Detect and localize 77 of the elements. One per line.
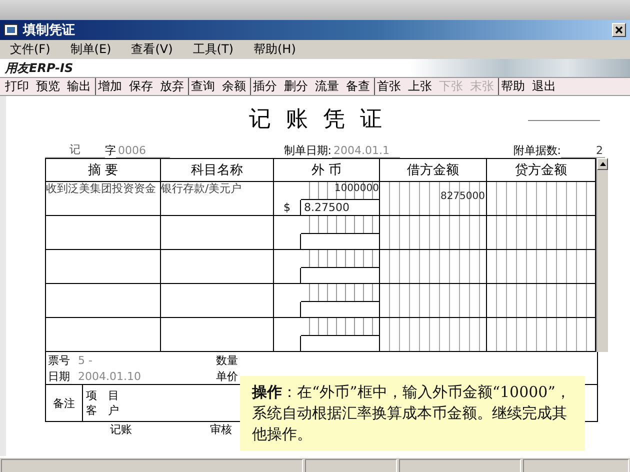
bookkeeper-label: 记账 [110,422,132,436]
price-label: 单价 [216,368,238,384]
note-label: 备注 [46,385,83,421]
credit-cell[interactable] [487,182,596,216]
summary-cell[interactable] [46,216,161,250]
summary-cell[interactable] [46,250,161,284]
date-field[interactable]: 2004.01.1 [332,144,400,158]
toolbar-button[interactable]: 保存 [129,78,153,95]
credit-cell[interactable] [487,250,596,284]
account-cell[interactable] [161,250,274,284]
up-arrow-icon[interactable] [600,162,606,166]
toolbar-button[interactable]: 预览 [36,78,60,95]
debit-cell[interactable] [380,318,487,352]
account-cell[interactable] [161,284,274,318]
credit-cell[interactable] [487,318,596,352]
date-label: 制单日期: [284,143,332,158]
toolbar-button[interactable]: 上张 [408,78,432,95]
toolbar-button[interactable]: 余额 [222,78,246,95]
window-title: 填制凭证 [23,22,76,39]
customer-label: 客 户 [86,403,119,418]
date-label: 日期 [48,368,70,384]
debit-cell[interactable] [380,250,487,284]
toolbar-button[interactable]: 查询 [191,78,215,95]
foreign-currency-cell[interactable] [274,216,380,250]
credit-cell[interactable] [487,216,596,250]
toolbar-button[interactable]: 流量 [315,78,339,95]
summary-cell[interactable]: 收到泛美集团投资资金 [46,182,161,216]
column-header: 科目名称 [161,158,274,182]
scrollbar[interactable] [596,158,608,352]
account-cell[interactable] [161,318,274,352]
account-cell[interactable] [161,216,274,250]
close-button[interactable] [612,23,626,37]
ticket-label: 票号 [48,352,70,368]
menu-item[interactable]: 查看(V) [131,41,173,58]
toolbar-button[interactable]: 插分 [253,78,277,95]
debit-cell[interactable] [380,284,487,318]
foreign-currency-cell[interactable]: 1000000 $ 8.27500 [274,182,380,216]
toolbar-button[interactable]: 打印 [5,78,29,95]
toolbar-button[interactable]: 备查 [346,78,370,95]
close-icon [615,26,623,34]
voucher-type[interactable]: 记 [45,142,105,158]
toolbar-button[interactable]: 帮助 [501,78,525,95]
debit-cell[interactable] [380,216,487,250]
quantity-label: 数量 [216,352,238,368]
column-header: 贷方金额 [487,158,596,182]
foreign-currency-cell[interactable] [274,318,380,352]
foreign-currency-cell[interactable] [274,250,380,284]
column-header: 摘 要 [46,158,161,182]
menu-item[interactable]: 制单(E) [70,41,112,58]
menu-item[interactable]: 帮助(H) [254,41,296,58]
type-suffix: 字 [105,143,116,158]
toolbar-button[interactable]: 输出 [67,78,91,95]
logo: 用友ERP-IS [5,60,74,76]
voucher-title: 记 账 凭 证 [248,106,387,134]
date-value: 2004.01.10 [78,370,142,382]
foreign-currency-cell[interactable] [274,284,380,318]
summary-cell[interactable] [46,284,161,318]
reviewer-label: 审核 [210,422,232,436]
menu-item[interactable]: 文件(F) [10,41,50,58]
toolbar-button[interactable]: 放弃 [160,78,184,95]
credit-cell[interactable] [487,284,596,318]
toolbar-button[interactable]: 删分 [284,78,308,95]
voucher-number[interactable]: 0006 [116,144,170,158]
menu-item[interactable]: 工具(T) [192,41,234,58]
toolbar-button[interactable]: 首张 [377,78,401,95]
window-icon [4,24,18,36]
summary-cell[interactable] [46,318,161,352]
column-header: 外 币 [274,158,380,182]
tooltip: 操作：在“外币”框中，输入外币金额“10000”，系统自动根据汇率换算成本币金额。继续完成其他操作。 [240,376,585,451]
project-label: 项 目 [86,388,119,403]
debit-cell[interactable]: 8275000 [380,182,487,216]
attachments-label: 附单据数: [513,143,561,158]
ticket-value: 5 - [78,354,94,366]
toolbar-button[interactable]: 退出 [532,78,556,95]
toolbar-button[interactable]: 增加 [98,78,122,95]
column-header: 借方金额 [380,158,487,182]
account-cell[interactable]: 银行存款/美元户 [161,182,274,216]
